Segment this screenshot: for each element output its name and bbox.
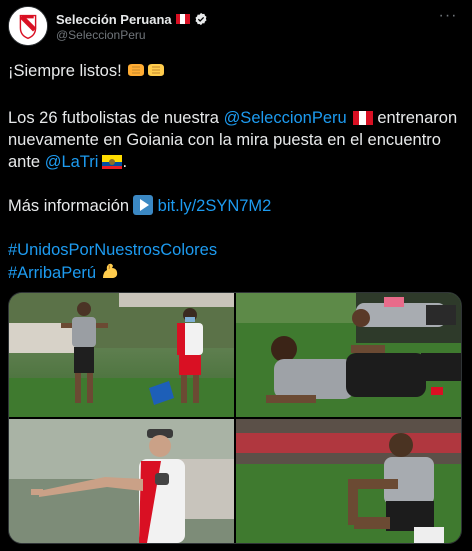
media-grid (8, 292, 462, 544)
flexed-biceps-emoji (100, 261, 120, 287)
peru-flag-icon (175, 14, 190, 24)
info-url-link[interactable]: bit.ly/2SYN7M2 (158, 197, 272, 215)
more-options-icon[interactable]: ··· (438, 8, 458, 24)
photo-player-sitting[interactable] (236, 419, 461, 543)
tweet-line-1: ¡Siempre listos! (8, 60, 464, 85)
hashtag-unidos-link[interactable]: #UnidosPorNuestrosColores (8, 241, 217, 259)
hashtag-arribaperu-link[interactable]: #ArribaPerú (8, 264, 96, 282)
tweet-card: Selección Peruana @SeleccionPeru ··· ¡Si… (0, 0, 472, 551)
ecuador-flag-emoji (102, 155, 123, 169)
tweet-text: ¡Siempre listos! Los 26 futbolistas de n… (8, 60, 464, 287)
peru-flag-emoji (352, 111, 373, 125)
account-handle[interactable]: @SeleccionPeru (56, 28, 146, 42)
account-name-row[interactable]: Selección Peruana (56, 10, 208, 28)
tweet-info-line: Más información bit.ly/2SYN7M2 (8, 195, 272, 215)
hashtag-line-1: #UnidosPorNuestrosColores (8, 239, 464, 261)
avatar[interactable] (8, 6, 48, 46)
photo-players-running[interactable] (9, 293, 234, 417)
hashtag-line-2: #ArribaPerú (8, 261, 464, 287)
fpf-crest-icon (9, 7, 47, 45)
mention-seleccionperu-link[interactable]: @SeleccionPeru (224, 109, 347, 127)
tweet-paragraph-2: Los 26 futbolistas de nuestra @Seleccion… (8, 109, 458, 171)
play-button-emoji (133, 195, 154, 215)
photo-player-stretching-grass[interactable] (236, 293, 461, 417)
verified-badge-icon (195, 12, 207, 26)
mention-latri-link[interactable]: @LaTri (45, 153, 99, 171)
fist-bump-emoji (126, 61, 168, 85)
account-name[interactable]: Selección Peruana (56, 12, 172, 27)
photo-coach-pointing[interactable] (9, 419, 234, 543)
